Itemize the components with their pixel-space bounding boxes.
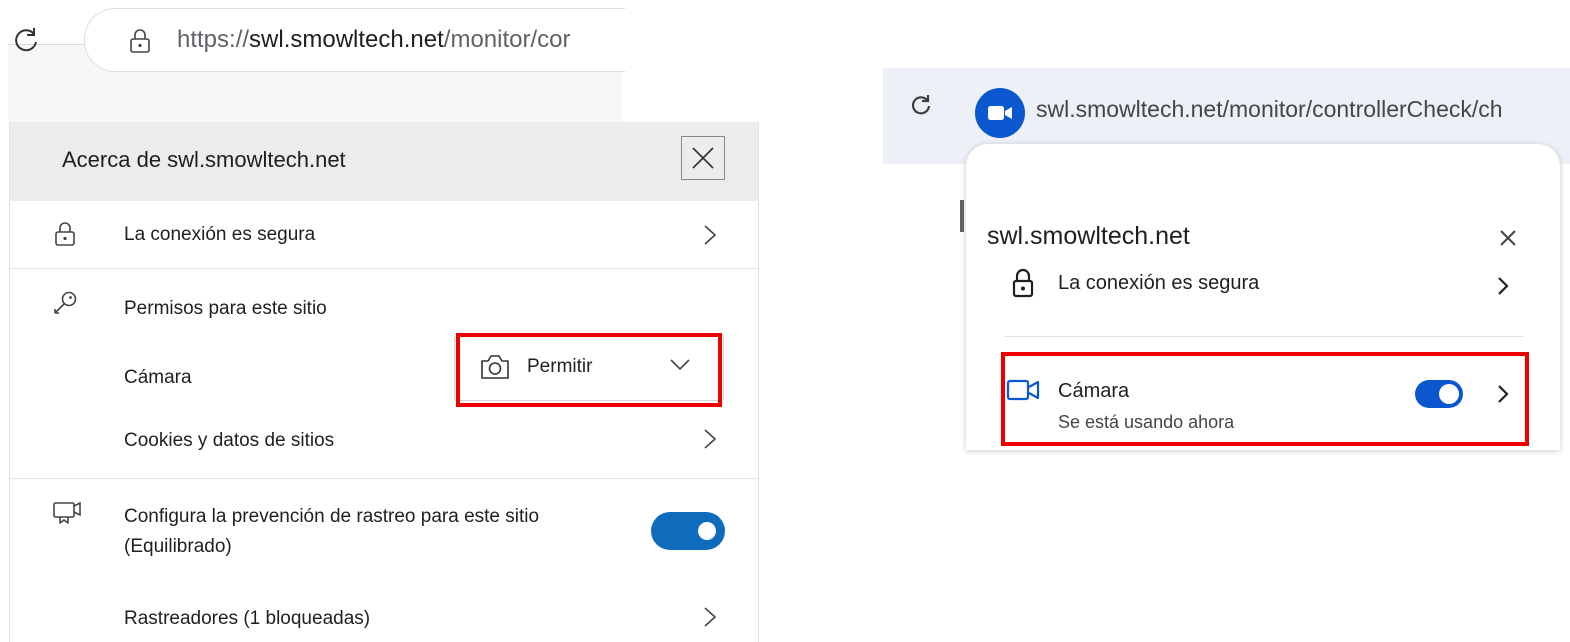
reload-icon[interactable] [910, 94, 932, 123]
divider [10, 268, 758, 269]
cookies-label: Cookies y datos de sitios [124, 430, 335, 451]
trackers-row[interactable]: Rastreadores (1 bloqueadas) [10, 584, 758, 642]
panel-header: Acerca de swl.smowltech.net [10, 122, 758, 201]
trackers-label: Rastreadores (1 bloqueadas) [124, 608, 371, 629]
lock-icon[interactable] [129, 29, 151, 53]
video-camera-icon [988, 106, 1012, 120]
chevron-right-icon [704, 607, 717, 627]
highlight-box [1001, 352, 1529, 446]
camera-label: Cámara [124, 367, 192, 388]
popup-title: swl.smowltech.net [987, 222, 1190, 250]
divider [10, 478, 758, 479]
close-icon [692, 147, 714, 169]
chevron-right-icon [704, 429, 717, 449]
connection-label[interactable]: La conexión es segura [1058, 272, 1259, 295]
connection-row[interactable]: La conexión es segura [10, 202, 758, 268]
url-text: https://swl.smowltech.net/monitor/cor [177, 26, 571, 53]
lock-icon [54, 222, 76, 251]
reload-icon[interactable] [12, 26, 40, 54]
key-icon [52, 290, 78, 321]
close-button[interactable] [681, 136, 725, 180]
chevron-right-icon [704, 225, 717, 245]
divider [1004, 336, 1524, 337]
permissions-heading: Permisos para este sitio [124, 298, 327, 319]
highlight-box [456, 333, 722, 407]
panel-title: Acerca de swl.smowltech.net [62, 147, 346, 172]
cookies-row[interactable]: Cookies y datos de sitios [10, 408, 758, 470]
tracking-level: (Equilibrado) [124, 536, 232, 557]
url-text[interactable]: swl.smowltech.net/monitor/controllerChec… [1036, 96, 1503, 123]
address-bar[interactable]: https://swl.smowltech.net/monitor/cor [84, 8, 625, 72]
close-icon[interactable] [1496, 226, 1520, 250]
chevron-right-icon[interactable] [1497, 276, 1509, 296]
page-edge [960, 200, 964, 232]
tracking-label: Configura la prevención de rastreo para … [124, 506, 540, 527]
connection-label: La conexión es segura [124, 224, 316, 245]
tracking-toggle[interactable] [651, 512, 725, 550]
camera-in-use-chip[interactable] [975, 88, 1025, 138]
lock-icon [1012, 268, 1034, 298]
tracking-prevention-icon [52, 500, 82, 533]
